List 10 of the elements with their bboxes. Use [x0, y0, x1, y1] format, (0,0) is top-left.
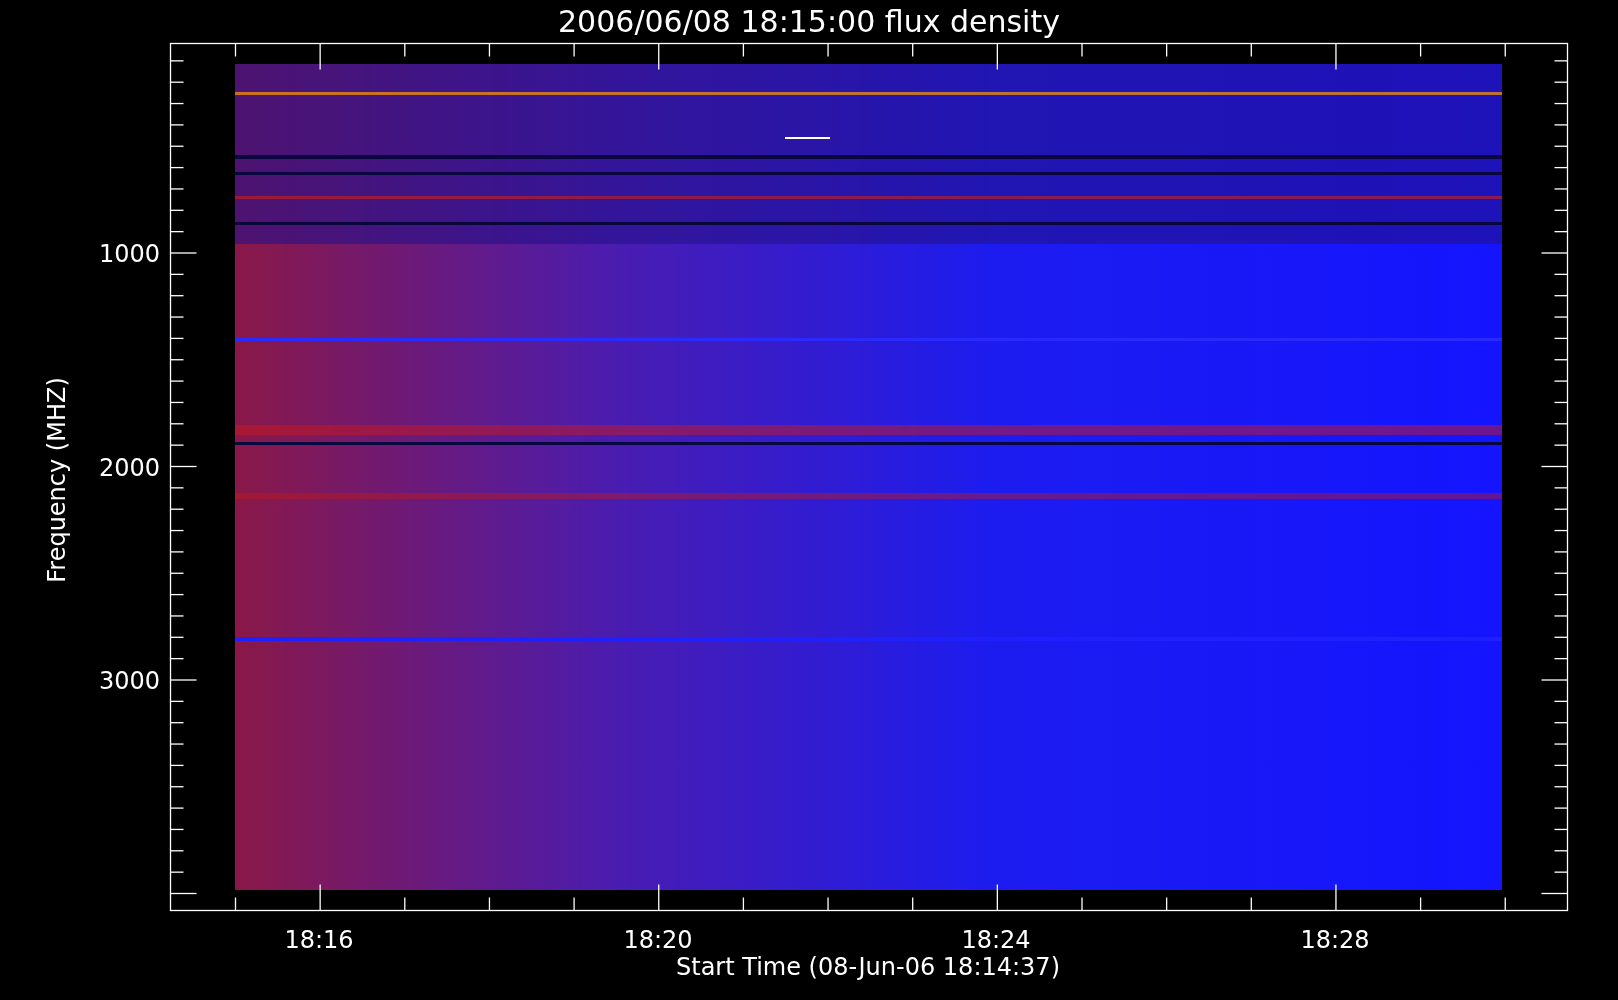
x-tick-label: 18:20 — [623, 926, 693, 954]
plot-title: 2006/06/08 18:15:00 flux density — [558, 4, 1060, 39]
x-axis-label: Start Time (08-Jun-06 18:14:37) — [676, 953, 1060, 981]
x-tick-label: 18:24 — [961, 926, 1031, 954]
y-axis-label: Frequency (MHZ) — [43, 377, 71, 583]
x-tick-label: 18:16 — [284, 926, 354, 954]
y-tick-label: 2000 — [98, 454, 160, 482]
y-tick-label: 1000 — [98, 240, 160, 268]
y-tick-label: 3000 — [98, 667, 160, 695]
x-tick-label: 18:28 — [1300, 926, 1370, 954]
